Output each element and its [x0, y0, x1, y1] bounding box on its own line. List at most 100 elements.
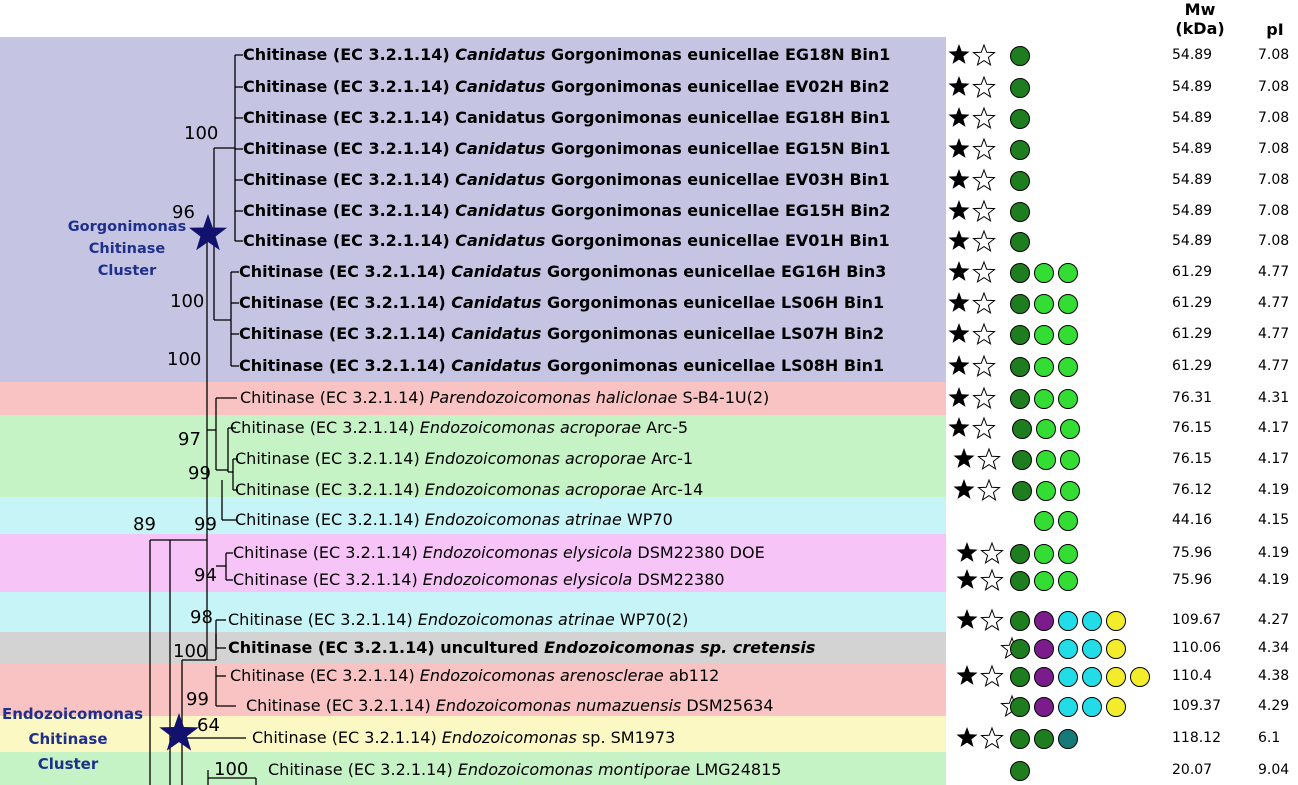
hollow-star-icon	[972, 386, 996, 410]
domain-dot-dark-green	[1010, 294, 1030, 314]
filled-star-icon	[948, 76, 970, 96]
domain-dot-light-green	[1060, 450, 1080, 470]
filled-star-icon	[956, 569, 978, 589]
domain-dot-dark-green	[1010, 171, 1030, 191]
hollow-star-icon	[977, 447, 1001, 471]
domain-dot-dark-green	[1010, 389, 1030, 409]
hollow-star-icon	[972, 43, 996, 67]
domain-dot-dark-green	[1010, 761, 1030, 781]
domain-dot-light-green	[1036, 481, 1056, 501]
domain-dot-light-green	[1058, 571, 1078, 591]
domain-dot-dark-green	[1010, 78, 1030, 98]
domain-dot-teal	[1058, 729, 1078, 749]
domain-dot-yellow	[1106, 611, 1126, 631]
domain-dot-purple	[1034, 639, 1054, 659]
feature-symbols	[948, 43, 1150, 781]
domain-dot-light-green	[1060, 419, 1080, 439]
filled-star-icon	[948, 387, 970, 407]
domain-dot-light-green	[1060, 481, 1080, 501]
domain-dot-yellow	[1106, 667, 1126, 687]
hollow-star-icon	[972, 322, 996, 346]
domain-dot-dark-green	[1010, 667, 1030, 687]
domain-dot-light-green	[1034, 571, 1054, 591]
domain-dot-cyan	[1058, 611, 1078, 631]
filled-star-icon	[948, 107, 970, 127]
domain-dot-dark-green	[1010, 325, 1030, 345]
domain-dot-dark-green	[1010, 611, 1030, 631]
domain-dot-dark-green	[1034, 729, 1054, 749]
domain-dot-light-green	[1034, 511, 1054, 531]
domain-dot-dark-green	[1010, 140, 1030, 160]
domain-dot-light-green	[1036, 419, 1056, 439]
filled-star-icon	[948, 261, 970, 281]
domain-dot-light-green	[1034, 389, 1054, 409]
domain-dot-light-green	[1058, 263, 1078, 283]
domain-dot-cyan	[1082, 667, 1102, 687]
domain-dot-purple	[1034, 697, 1054, 717]
domain-dot-light-green	[1058, 294, 1078, 314]
domain-dot-yellow	[1106, 697, 1126, 717]
domain-dot-dark-green	[1010, 202, 1030, 222]
filled-star-icon	[956, 609, 978, 629]
filled-star-icon	[948, 200, 970, 220]
domain-dot-dark-green	[1012, 450, 1032, 470]
domain-dot-light-green	[1034, 357, 1054, 377]
hollow-star-icon	[972, 75, 996, 99]
domain-dot-dark-green	[1010, 544, 1030, 564]
domain-dot-yellow	[1106, 639, 1126, 659]
filled-star-icon	[948, 355, 970, 375]
hollow-star-icon	[972, 168, 996, 192]
domain-dot-dark-green	[1010, 697, 1030, 717]
domain-dot-light-green	[1034, 294, 1054, 314]
filled-star-icon	[948, 169, 970, 189]
domain-dot-dark-green	[1010, 357, 1030, 377]
domain-dot-light-green	[1058, 357, 1078, 377]
hollow-star-icon	[972, 291, 996, 315]
domain-dot-yellow	[1130, 667, 1150, 687]
domain-dot-light-green	[1034, 263, 1054, 283]
hollow-star-icon	[977, 478, 1001, 502]
domain-dot-purple	[1034, 667, 1054, 687]
domain-dot-cyan	[1058, 697, 1078, 717]
domain-dot-dark-green	[1010, 729, 1030, 749]
domain-dot-dark-green	[1010, 571, 1030, 591]
filled-star-icon	[953, 448, 975, 468]
hollow-star-icon	[972, 354, 996, 378]
hollow-star-icon	[980, 726, 1004, 750]
filled-star-icon	[948, 138, 970, 158]
filled-star-icon	[948, 292, 970, 312]
filled-star-icon	[948, 323, 970, 343]
filled-star-icon	[948, 417, 970, 437]
domain-dot-light-green	[1058, 389, 1078, 409]
hollow-star-icon	[980, 608, 1004, 632]
filled-star-icon	[948, 230, 970, 250]
domain-dot-dark-green	[1010, 639, 1030, 659]
filled-star-icon	[956, 727, 978, 747]
filled-star-icon	[956, 665, 978, 685]
filled-star-icon	[956, 542, 978, 562]
domain-dot-light-green	[1036, 450, 1056, 470]
domain-dot-dark-green	[1012, 481, 1032, 501]
domain-dot-light-green	[1058, 511, 1078, 531]
hollow-star-icon	[972, 137, 996, 161]
filled-star-icon	[948, 44, 970, 64]
hollow-star-icon	[972, 229, 996, 253]
domain-dot-cyan	[1058, 639, 1078, 659]
hollow-star-icon	[980, 568, 1004, 592]
domain-dot-light-green	[1034, 325, 1054, 345]
domain-dot-dark-green	[1012, 419, 1032, 439]
domain-dot-dark-green	[1010, 232, 1030, 252]
filled-star-icon	[953, 479, 975, 499]
domain-dot-light-green	[1058, 325, 1078, 345]
hollow-star-icon	[980, 541, 1004, 565]
hollow-star-icon	[972, 260, 996, 284]
domain-dot-purple	[1034, 611, 1054, 631]
domain-dot-cyan	[1082, 697, 1102, 717]
domain-dot-light-green	[1058, 544, 1078, 564]
domain-dot-dark-green	[1010, 263, 1030, 283]
hollow-star-icon	[972, 106, 996, 130]
domain-dot-cyan	[1082, 639, 1102, 659]
hollow-star-icon	[972, 416, 996, 440]
domain-dot-cyan	[1058, 667, 1078, 687]
domain-dot-light-green	[1034, 544, 1054, 564]
